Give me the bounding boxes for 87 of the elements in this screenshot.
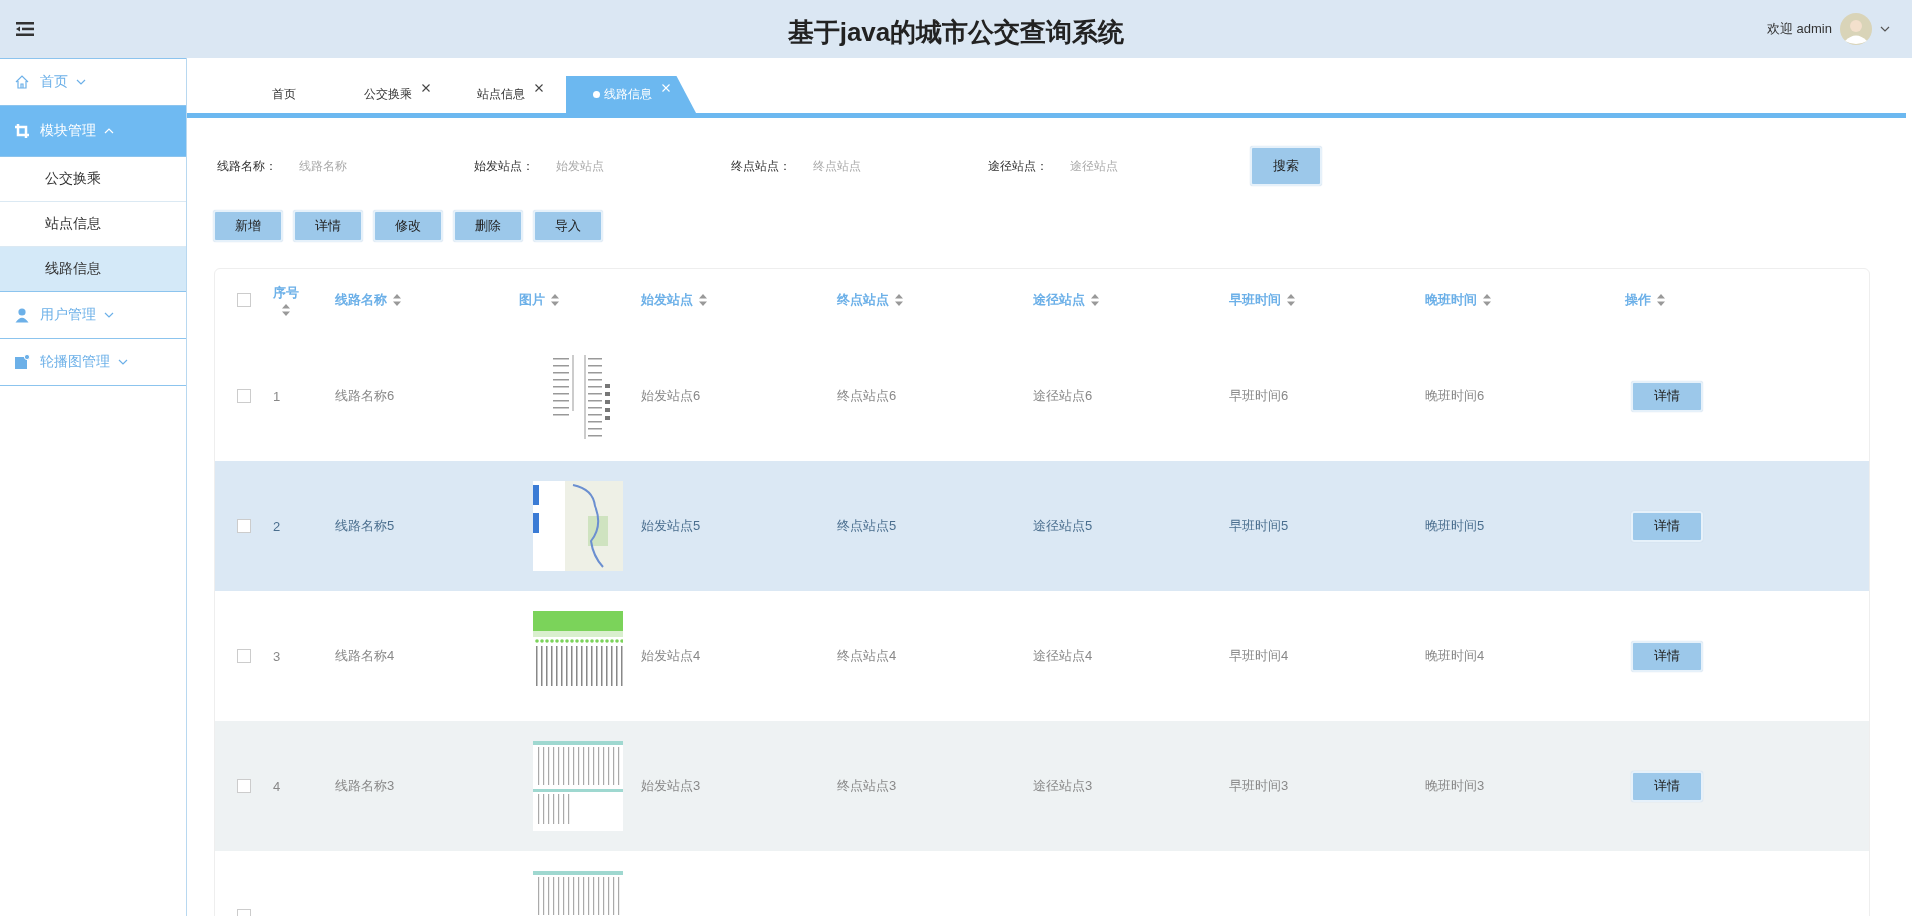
table-cell: 早班时间5: [1229, 517, 1289, 535]
search-button[interactable]: 搜索: [1250, 146, 1322, 186]
table-cell: 途径站点4: [1033, 647, 1093, 665]
sort-icon[interactable]: [1483, 294, 1491, 306]
row-checkbox[interactable]: [237, 649, 251, 663]
field-label: 始发站点：: [474, 157, 535, 175]
detail-button[interactable]: 详情: [1631, 380, 1703, 412]
tab[interactable]: 站点信息: [453, 76, 566, 113]
table-cell: 终点站点4: [837, 647, 897, 665]
avatar-icon[interactable]: [1840, 13, 1872, 45]
table-cell: 晚班时间3: [1425, 777, 1485, 795]
search-field[interactable]: 线路名称: [297, 157, 451, 175]
sort-icon[interactable]: [699, 294, 707, 306]
chevron-icon: [76, 79, 86, 85]
field-label: 终点站点：: [731, 157, 792, 175]
sort-icon[interactable]: [1287, 294, 1295, 306]
search-field[interactable]: 终点站点: [811, 157, 965, 175]
field-label: 途径站点：: [988, 157, 1049, 175]
table-cell: 1: [273, 388, 281, 404]
sort-icon[interactable]: [393, 294, 401, 306]
table-cell: 晚班时间6: [1425, 387, 1485, 405]
table-cell: 终点站点3: [837, 777, 897, 795]
sidebar-subitem[interactable]: 线路信息: [0, 247, 186, 292]
menu-icon[interactable]: [16, 22, 34, 36]
table-cell: 始发站点5: [641, 517, 701, 535]
table-cell: 终点站点5: [837, 517, 897, 535]
toolbar-button[interactable]: 导入: [533, 210, 603, 242]
table-cell: 始发站点3: [641, 777, 701, 795]
sort-icon[interactable]: [551, 294, 559, 306]
detail-button[interactable]: 详情: [1631, 510, 1703, 542]
toolbar-button[interactable]: 新增: [213, 210, 283, 242]
user-icon: [14, 307, 30, 323]
tab[interactable]: 公交换乘: [340, 76, 453, 113]
table-cell: 线路名称5: [335, 517, 395, 535]
chevron-icon: [104, 128, 114, 134]
row-checkbox[interactable]: [237, 389, 251, 403]
table-cell: 途径站点6: [1033, 387, 1093, 405]
sort-icon[interactable]: [1091, 294, 1099, 306]
search-field[interactable]: 途径站点: [1068, 157, 1222, 175]
table-cell: 线路名称3: [335, 777, 395, 795]
sort-icon[interactable]: [282, 304, 290, 316]
table-cell: 途径站点5: [1033, 517, 1093, 535]
map-thumbnail[interactable]: [533, 481, 623, 571]
caret-icon[interactable]: [1880, 26, 1890, 32]
chevron-icon: [104, 312, 114, 318]
toolbar-button[interactable]: 详情: [293, 210, 363, 242]
home-icon: [14, 74, 30, 90]
highlighted-row[interactable]: 2 线路名称5 始发站点5 终点站点5 途径站点5 早班时间5 晚班时间5 详情: [215, 461, 1869, 591]
close-icon[interactable]: [534, 83, 543, 92]
sort-icon[interactable]: [895, 294, 903, 306]
toolbar-button[interactable]: 修改: [373, 210, 443, 242]
table-cell: 早班时间3: [1229, 777, 1289, 795]
table-cell: 始发站点4: [641, 647, 701, 665]
table-row[interactable]: 1 线路名称6 始发站点6 终点站点6 途径站点6 早班时间6 晚班时间6 详情: [215, 331, 1869, 461]
search-field[interactable]: 始发站点: [554, 157, 708, 175]
detail-button[interactable]: 详情: [1631, 770, 1703, 802]
table-cell: 线路名称4: [335, 647, 395, 665]
table-cell: 早班时间4: [1229, 647, 1289, 665]
table-cell: 晚班时间4: [1425, 647, 1485, 665]
row-checkbox[interactable]: [237, 779, 251, 793]
table-cell: 途径站点3: [1033, 777, 1093, 795]
select-all-checkbox[interactable]: [237, 293, 251, 307]
sort-icon[interactable]: [1657, 294, 1665, 306]
field-label: 线路名称：: [217, 157, 278, 175]
app-title: 基于java的城市公交查询系统: [786, 16, 1126, 49]
table-cell: 终点站点6: [837, 387, 897, 405]
tab[interactable]: 首页: [227, 76, 340, 113]
chevron-icon: [118, 359, 128, 365]
table-cell: 早班时间6: [1229, 387, 1289, 405]
welcome-text: 欢迎 admin: [1766, 20, 1832, 38]
picture-icon: [14, 354, 30, 370]
timetable-thumbnail[interactable]: [533, 741, 623, 831]
table-cell: 始发站点6: [641, 387, 701, 405]
detail-button[interactable]: 详情: [1631, 640, 1703, 672]
toolbar-button[interactable]: 删除: [453, 210, 523, 242]
sidebar-subitem[interactable]: 公交换乘: [0, 157, 186, 202]
crop-icon: [14, 123, 30, 139]
table-cell: 2: [273, 518, 281, 534]
table-cell: 晚班时间5: [1425, 517, 1485, 535]
table-cell: 4: [273, 778, 281, 794]
table-cell: 3: [273, 648, 281, 664]
table-row[interactable]: 3 线路名称4 始发站点4 终点站点4 途径站点4 早班时间4 晚班时间4 详情: [215, 591, 1869, 721]
dot-icon: [592, 91, 600, 98]
table-cell: 线路名称6: [335, 387, 395, 405]
row-checkbox[interactable]: [237, 519, 251, 533]
table-row[interactable]: 4 线路名称3 始发站点3 终点站点3 途径站点3 早班时间3 晚班时间3 详情: [215, 721, 1869, 851]
close-icon[interactable]: [421, 83, 430, 92]
